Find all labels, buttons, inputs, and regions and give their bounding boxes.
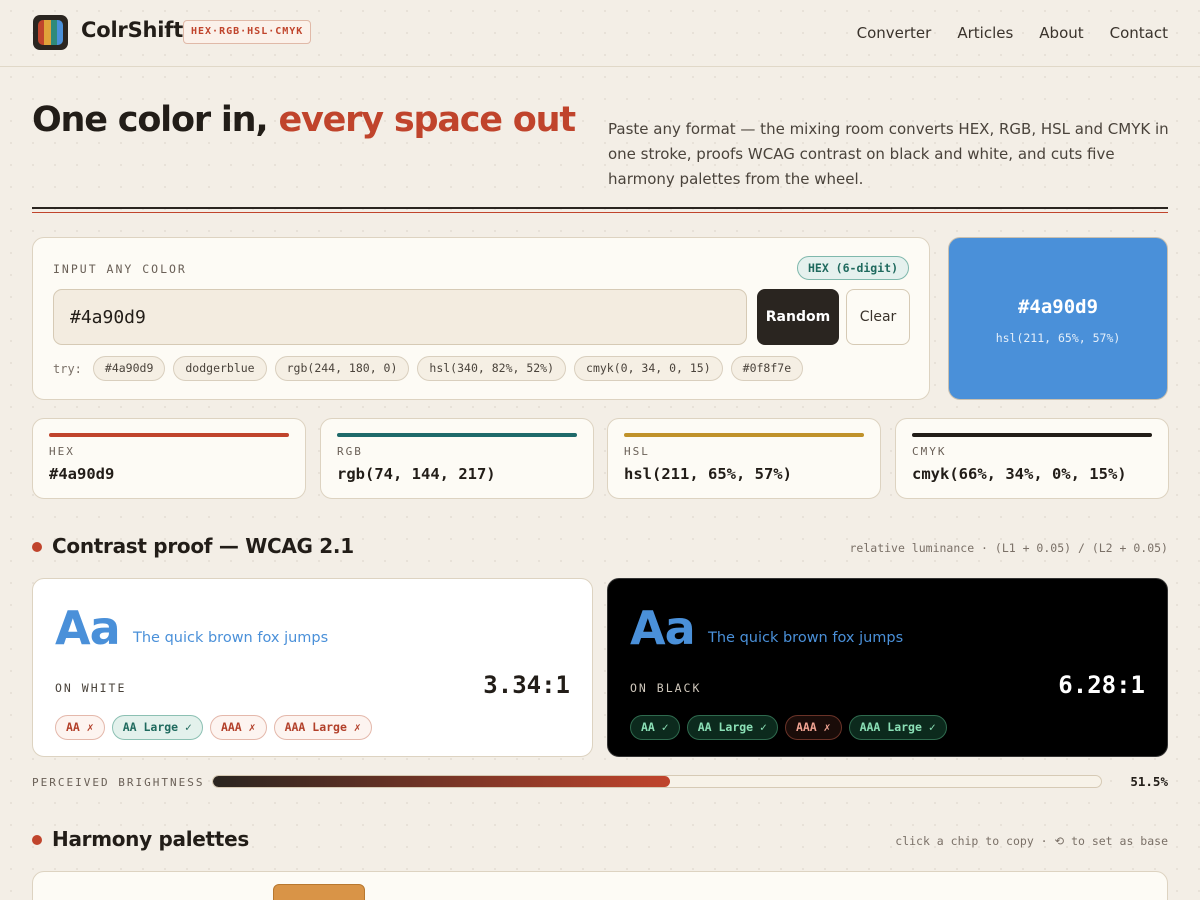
divider-dark: [32, 207, 1168, 209]
brand-tag: HEX·RGB·HSL·CMYK: [183, 20, 312, 44]
hero-title: One color in, every space out: [32, 100, 576, 140]
sample-glyph: Aa: [630, 601, 696, 655]
wcag-pass-badge: AA Large ✓: [686, 715, 778, 740]
brightness-bar: [212, 775, 1102, 788]
wcag-fail-badge: AA ✗: [55, 715, 105, 740]
palette-chip[interactable]: [273, 884, 365, 900]
on-white-label: ON WHITE: [55, 681, 127, 695]
wcag-fail-badge: AAA ✗: [209, 715, 267, 740]
white-contrast-ratio: 3.34:1: [483, 671, 570, 699]
hex-accent-bar: [49, 433, 289, 437]
main-nav: Converter Articles About Contact: [857, 24, 1168, 42]
harmony-section-title: Harmony palettes: [52, 827, 249, 851]
hsl-value-card[interactable]: HSL hsl(211, 65%, 57%): [607, 418, 881, 499]
hsl-value: hsl(211, 65%, 57%): [624, 465, 792, 483]
contrast-card-white: Aa The quick brown fox jumps ON WHITE 3.…: [32, 578, 593, 757]
nav-articles[interactable]: Articles: [957, 24, 1013, 42]
hsl-label: HSL: [624, 445, 650, 458]
wcag-pass-badge: AA Large ✓: [111, 715, 203, 740]
format-badge: HEX (6-digit): [796, 256, 909, 280]
contrast-section-title: Contrast proof — WCAG 2.1: [52, 534, 354, 558]
random-button[interactable]: Random: [757, 289, 839, 345]
hero-title-accent: every space out: [278, 100, 576, 140]
example-chip[interactable]: hsl(340, 82%, 52%): [417, 356, 567, 381]
nav-converter[interactable]: Converter: [857, 24, 932, 42]
brightness-label: PERCEIVED BRIGHTNESS: [32, 776, 205, 789]
hex-value: #4a90d9: [49, 465, 115, 483]
divider-accent: [32, 212, 1168, 213]
sample-text: The quick brown fox jumps: [133, 630, 329, 646]
sample-text: The quick brown fox jumps: [708, 630, 904, 646]
swatch-hsl: hsl(211, 65%, 57%): [995, 331, 1121, 345]
wcag-fail-badge: AAA Large ✗: [273, 715, 372, 740]
on-black-label: ON BLACK: [630, 681, 702, 695]
input-label: INPUT ANY COLOR: [53, 262, 187, 276]
wcag-fail-badge: AAA ✗: [784, 715, 842, 740]
hsl-accent-bar: [624, 433, 864, 437]
cmyk-value: cmyk(66%, 34%, 0%, 15%): [912, 465, 1127, 483]
example-chip[interactable]: #4a90d9: [92, 356, 166, 381]
color-input-card: INPUT ANY COLOR HEX (6-digit) Random Cle…: [32, 237, 930, 400]
white-wcag-badges: AA ✗ AA Large ✓ AAA ✗ AAA Large ✗: [55, 715, 372, 740]
brightness-fill: [213, 776, 671, 787]
harmony-palettes-card: [32, 871, 1168, 900]
black-contrast-ratio: 6.28:1: [1058, 671, 1145, 699]
try-label: try:: [53, 361, 82, 376]
color-swatch[interactable]: #4a90d9 hsl(211, 65%, 57%): [948, 237, 1168, 400]
clear-button[interactable]: Clear: [846, 289, 910, 345]
section-dot-icon: [32, 835, 42, 845]
wcag-pass-badge: AAA Large ✓: [848, 715, 947, 740]
cmyk-accent-bar: [912, 433, 1152, 437]
contrast-card-black: Aa The quick brown fox jumps ON BLACK 6.…: [607, 578, 1168, 757]
color-input[interactable]: [53, 289, 747, 345]
example-chip[interactable]: dodgerblue: [173, 356, 267, 381]
logo-stripe: [56, 20, 63, 45]
harmony-note: click a chip to copy · ⟲ to set as base: [895, 834, 1168, 848]
rgb-value-card[interactable]: RGB rgb(74, 144, 217): [320, 418, 594, 499]
rgb-accent-bar: [337, 433, 577, 437]
logo-icon[interactable]: [33, 15, 68, 50]
rgb-label: RGB: [337, 445, 363, 458]
wcag-pass-badge: AA ✓: [630, 715, 680, 740]
hex-value-card[interactable]: HEX #4a90d9: [32, 418, 306, 499]
section-dot-icon: [32, 542, 42, 552]
nav-contact[interactable]: Contact: [1110, 24, 1168, 42]
example-chips: try: #4a90d9 dodgerblue rgb(244, 180, 0)…: [53, 356, 804, 381]
brand-name[interactable]: ColrShift: [81, 18, 183, 42]
site-header: ColrShift HEX·RGB·HSL·CMYK Converter Art…: [0, 0, 1200, 67]
rgb-value: rgb(74, 144, 217): [337, 465, 496, 483]
contrast-formula: relative luminance · (L1 + 0.05) / (L2 +…: [849, 541, 1169, 555]
logo-stripes: [38, 20, 63, 45]
cmyk-label: CMYK: [912, 445, 947, 458]
sample-glyph: Aa: [55, 601, 121, 655]
brightness-value: 51.5%: [1130, 774, 1168, 789]
example-chip[interactable]: cmyk(0, 34, 0, 15): [574, 356, 723, 381]
cmyk-value-card[interactable]: CMYK cmyk(66%, 34%, 0%, 15%): [895, 418, 1169, 499]
swatch-hex: #4a90d9: [1017, 296, 1099, 318]
black-wcag-badges: AA ✓ AA Large ✓ AAA ✗ AAA Large ✓: [630, 715, 947, 740]
example-chip[interactable]: #0f8f7e: [730, 356, 804, 381]
hero-description: Paste any format — the mixing room conve…: [608, 120, 1169, 188]
example-chip[interactable]: rgb(244, 180, 0): [274, 356, 410, 381]
hero-title-lead: One color in,: [32, 100, 279, 140]
hex-label: HEX: [49, 445, 75, 458]
nav-about[interactable]: About: [1039, 24, 1083, 42]
